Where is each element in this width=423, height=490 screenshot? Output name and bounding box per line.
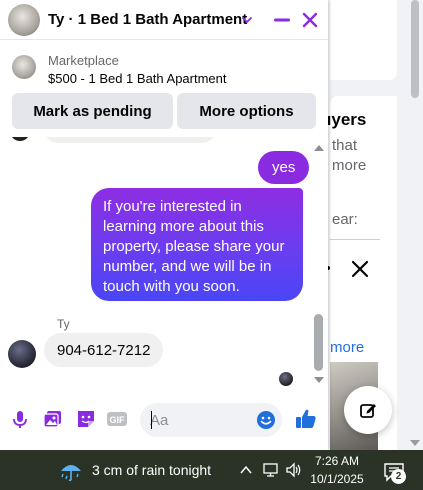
chat-window: Ty · 1 Bed 1 Bath Apartment Marketplace … bbox=[0, 0, 328, 450]
more-options-button[interactable]: More options bbox=[177, 93, 316, 129]
message-list[interactable]: yes If you're interested in learning mor… bbox=[0, 137, 328, 392]
background-text-line: that bbox=[332, 137, 358, 154]
outgoing-message[interactable]: yes bbox=[258, 151, 310, 184]
umbrella-rain-icon[interactable] bbox=[58, 459, 84, 483]
clock-date[interactable]: 10/1/2025 bbox=[306, 472, 368, 486]
chat-title[interactable]: Ty · 1 Bed 1 Bath Apartment bbox=[48, 11, 247, 28]
chevron-up-icon[interactable] bbox=[239, 463, 253, 477]
chat-header[interactable]: Ty · 1 Bed 1 Bath Apartment bbox=[0, 0, 328, 40]
avatar[interactable] bbox=[8, 4, 40, 36]
emoji-icon[interactable] bbox=[256, 410, 276, 430]
marketplace-label: Marketplace bbox=[48, 53, 119, 68]
message-bubble-cropped bbox=[44, 137, 216, 143]
chevron-down-icon[interactable] bbox=[240, 13, 254, 27]
sender-name: Ty bbox=[57, 317, 70, 331]
compose-icon bbox=[360, 404, 376, 418]
page-scrollbar-thumb[interactable] bbox=[411, 0, 419, 98]
scroll-down-arrow-icon[interactable] bbox=[314, 377, 324, 383]
close-icon[interactable] bbox=[300, 10, 320, 30]
new-message-button[interactable] bbox=[344, 386, 392, 434]
scroll-down-arrow-icon[interactable] bbox=[410, 440, 420, 446]
weather-text[interactable]: 3 cm of rain tonight bbox=[92, 462, 211, 478]
listing-title: $500 - 1 Bed 1 Bath Apartment bbox=[48, 71, 227, 86]
see-more-link[interactable]: more bbox=[330, 339, 364, 356]
message-input[interactable] bbox=[140, 403, 282, 437]
volume-icon[interactable] bbox=[285, 462, 303, 478]
clock-time[interactable]: 7:26 AM bbox=[306, 454, 368, 468]
photo-icon[interactable] bbox=[42, 408, 64, 430]
background-text-line: more bbox=[332, 157, 367, 174]
message-composer: GIF bbox=[0, 398, 328, 442]
avatar[interactable] bbox=[8, 340, 36, 368]
read-receipt-avatar bbox=[279, 372, 293, 386]
close-icon[interactable] bbox=[350, 259, 370, 279]
svg-text:GIF: GIF bbox=[110, 415, 126, 425]
background-divider bbox=[330, 239, 380, 240]
avatar bbox=[10, 137, 30, 141]
page-scrollbar[interactable] bbox=[407, 0, 423, 450]
listing-thumbnail bbox=[12, 55, 36, 79]
taskbar: 3 cm of rain tonight 7:26 AM 10/1/2025 2 bbox=[0, 450, 423, 490]
network-icon[interactable] bbox=[262, 462, 280, 478]
minimize-icon bbox=[274, 18, 290, 22]
outgoing-message[interactable]: If you're interested in learning more ab… bbox=[91, 188, 303, 301]
background-card-top bbox=[330, 0, 397, 80]
sticker-icon[interactable] bbox=[75, 408, 97, 430]
incoming-message[interactable]: 904-612-7212 bbox=[44, 333, 164, 367]
notification-badge: 2 bbox=[391, 469, 406, 484]
chat-scrollbar-thumb[interactable] bbox=[314, 314, 323, 371]
microphone-icon[interactable] bbox=[9, 408, 31, 430]
mark-as-pending-button[interactable]: Mark as pending bbox=[12, 93, 173, 129]
text-caret bbox=[151, 411, 152, 429]
message-text-field[interactable] bbox=[150, 403, 250, 437]
background-text-line: ear: bbox=[332, 211, 358, 228]
minimize-button[interactable] bbox=[272, 10, 292, 30]
thumbs-up-icon[interactable] bbox=[294, 407, 318, 431]
gif-icon[interactable]: GIF bbox=[106, 408, 128, 430]
marketplace-listing[interactable]: Marketplace $500 - 1 Bed 1 Bath Apartmen… bbox=[0, 41, 328, 87]
scroll-up-arrow-icon[interactable] bbox=[314, 145, 324, 151]
